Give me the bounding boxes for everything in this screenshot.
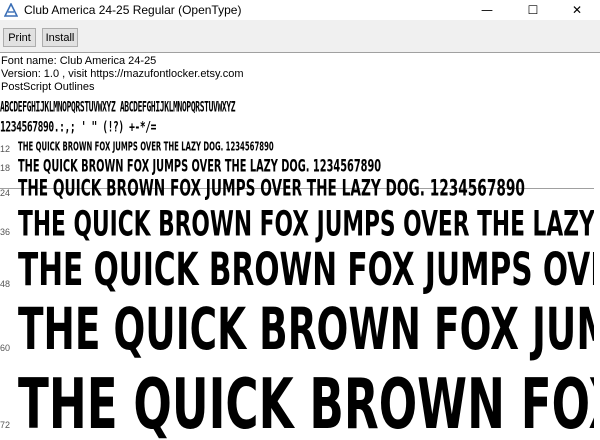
font-outline-type: PostScript Outlines [1, 81, 95, 93]
font-preview-area[interactable]: Font name: Club America 24-25 Version: 1… [0, 53, 600, 440]
size-label-18: 18 [0, 163, 11, 173]
alphabet-preview: ABCDEFGHIJKLMNOPQRSTUVWXYZ ABCDEFGHIJKLM… [0, 99, 236, 116]
size-label-24: 24 [0, 188, 11, 198]
sample-text-36: THE QUICK BROWN FOX JUMPS OVER THE LAZY … [18, 203, 600, 244]
font-name-line: Font name: Club America 24-25 [1, 55, 157, 67]
font-viewer-app-icon [4, 3, 18, 17]
sample-text-48: THE QUICK BROWN FOX JUMPS OVER THE LAZY … [18, 243, 600, 296]
title-bar: Club America 24-25 Regular (OpenType) — … [0, 0, 600, 20]
digits-punctuation-preview: 1234567890.:,; ' " (!?) +-*/= [0, 119, 157, 136]
minimize-button[interactable]: — [464, 0, 510, 20]
font-version-line: Version: 1.0 , visit https://mazufontloc… [1, 68, 244, 80]
window-title: Club America 24-25 Regular (OpenType) [24, 3, 242, 17]
print-button[interactable]: Print [3, 28, 36, 47]
sample-text-18: THE QUICK BROWN FOX JUMPS OVER THE LAZY … [18, 157, 382, 177]
maximize-button[interactable]: ☐ [510, 0, 556, 20]
close-icon: ✕ [571, 3, 583, 17]
size-label-36: 36 [0, 227, 11, 237]
maximize-icon: ☐ [527, 3, 539, 17]
sample-text-12: THE QUICK BROWN FOX JUMPS OVER THE LAZY … [18, 141, 274, 155]
minimize-icon: — [481, 3, 493, 17]
sample-text-60: THE QUICK BROWN FOX JUMPS OVER THE LAZY … [18, 296, 600, 364]
sample-text-24: THE QUICK BROWN FOX JUMPS OVER THE LAZY … [18, 176, 525, 202]
toolbar: Print Install [0, 20, 600, 52]
size-label-12: 12 [0, 144, 11, 154]
close-button[interactable]: ✕ [554, 0, 600, 20]
size-label-48: 48 [0, 279, 11, 289]
install-button[interactable]: Install [42, 28, 78, 47]
vertical-scrollbar[interactable] [594, 53, 600, 440]
size-label-60: 60 [0, 343, 11, 353]
size-label-72: 72 [0, 420, 11, 430]
sample-text-72: THE QUICK BROWN FOX JUMPS OVER THE LAZY … [18, 363, 600, 440]
